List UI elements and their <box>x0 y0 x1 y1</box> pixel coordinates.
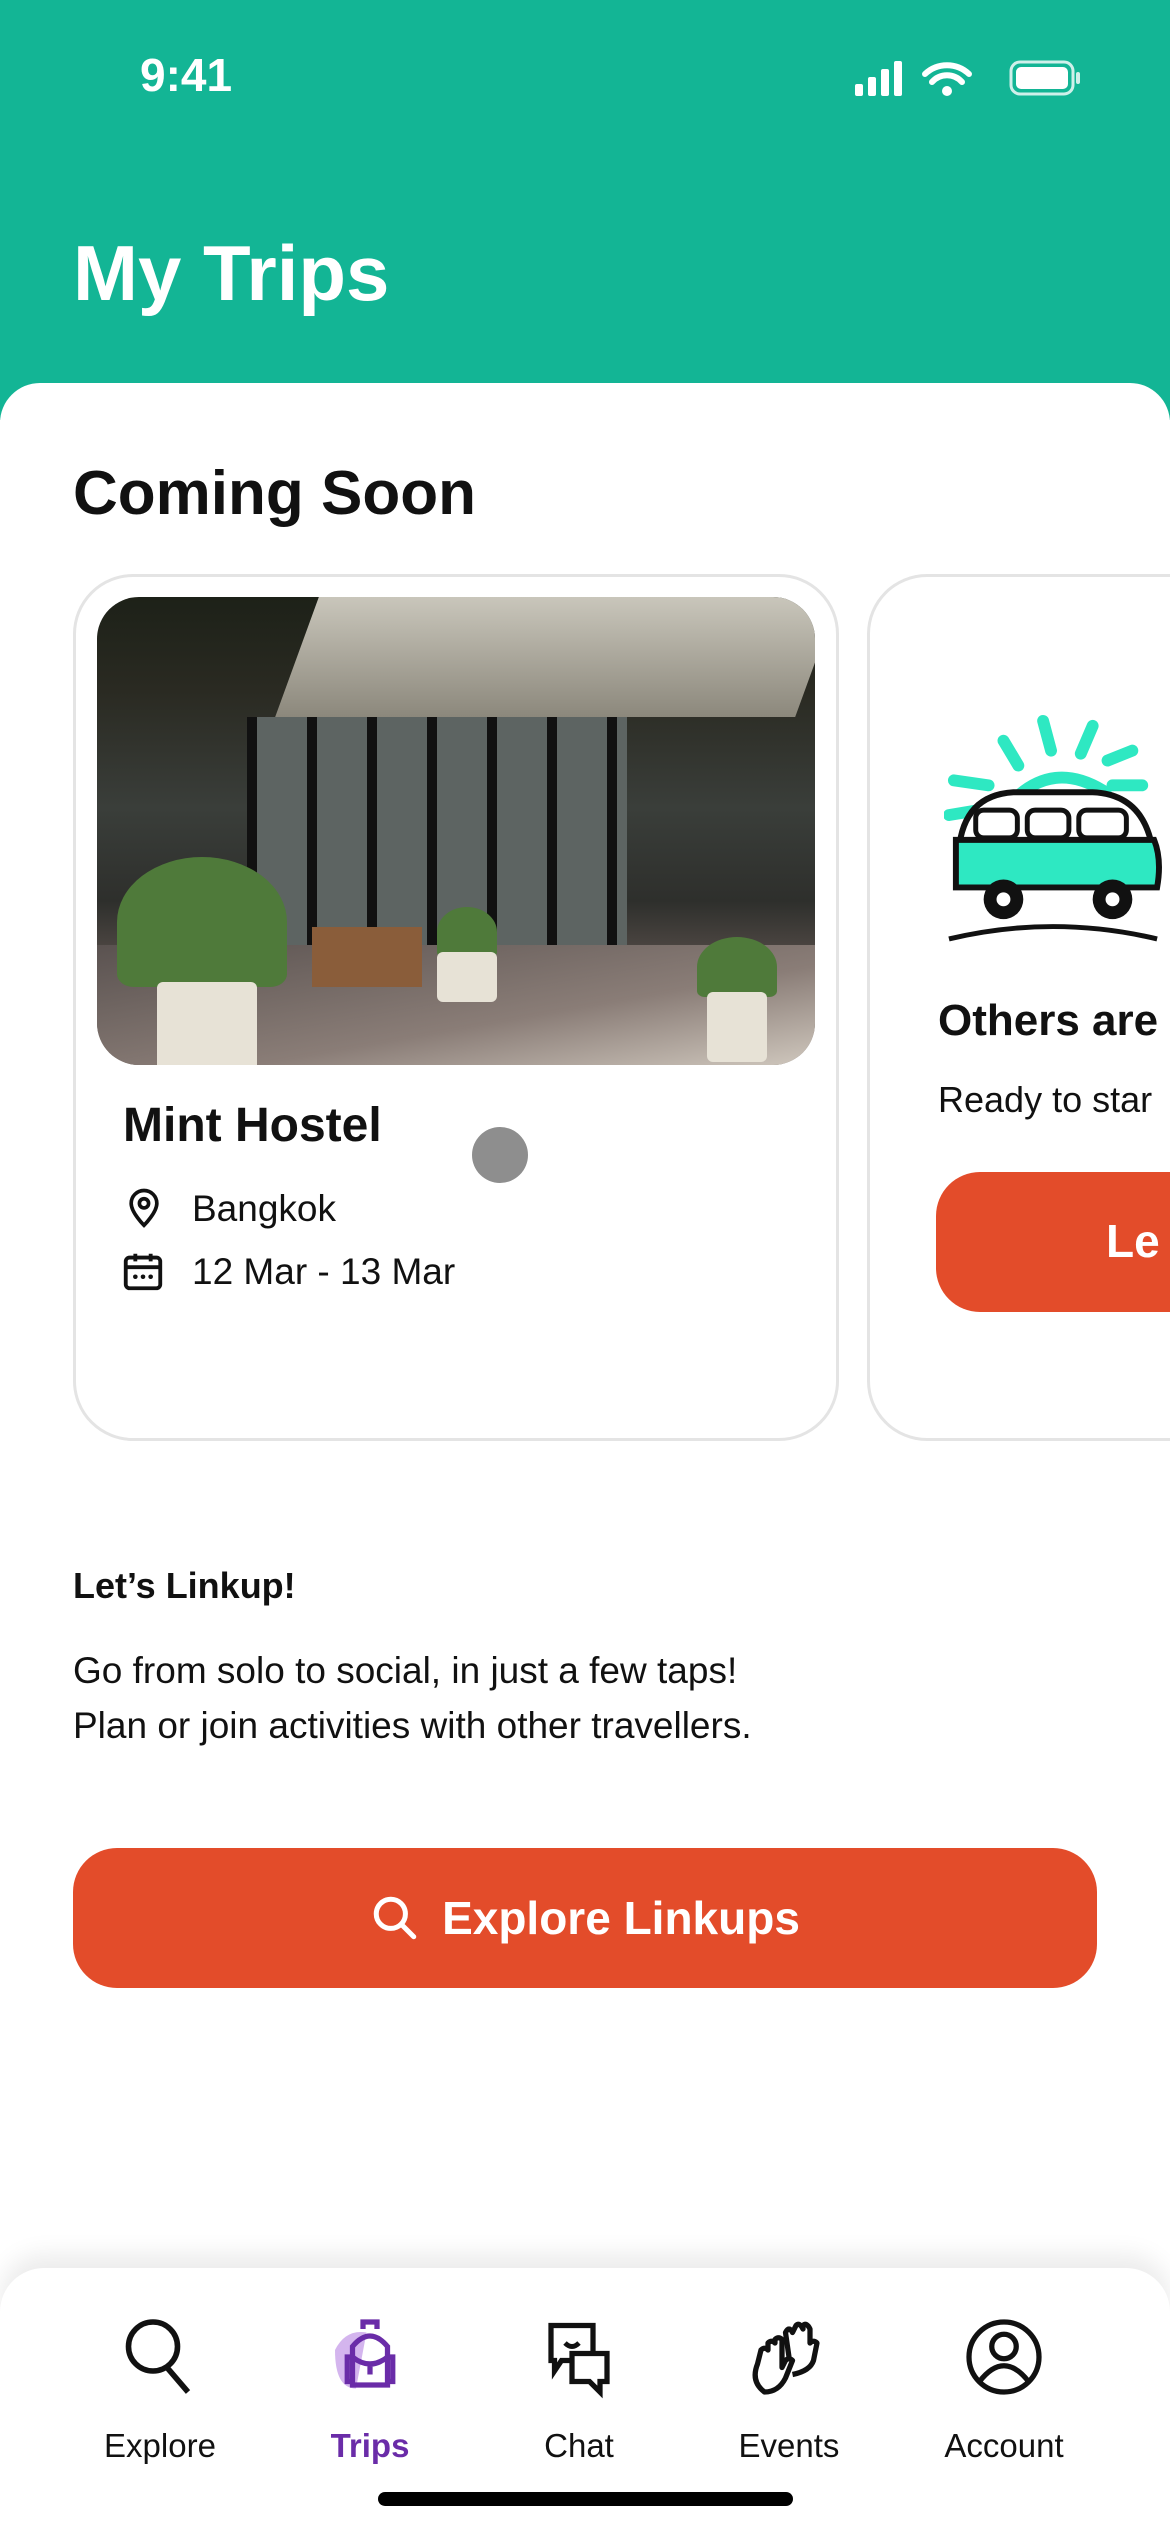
trip-dates: 12 Mar - 13 Mar <box>192 1251 456 1292</box>
backpack-icon <box>335 2319 396 2389</box>
search-icon <box>373 1896 417 1940</box>
linkup-heading: Let’s Linkup! <box>73 1565 296 1606</box>
tab-chat[interactable]: Chat <box>479 2315 679 2465</box>
hostel-photo <box>97 597 815 1065</box>
map-pin-icon <box>129 1188 159 1228</box>
campervan-illustration <box>944 714 1162 942</box>
tab-label: Chat <box>544 2427 614 2464</box>
others-action-button[interactable]: Le <box>936 1172 1170 1312</box>
tab-trips[interactable]: Trips <box>270 2315 470 2465</box>
others-title: Others are <box>938 996 1159 1045</box>
tab-label: Explore <box>104 2427 216 2464</box>
linkup-line-1: Go from solo to social, in just a few ta… <box>73 1650 738 1691</box>
page-title: My Trips <box>73 229 390 317</box>
explore-linkups-button[interactable]: Explore Linkups <box>73 1848 1097 1988</box>
linkup-line-2: Plan or join activities with other trave… <box>73 1705 752 1746</box>
others-subtitle: Ready to star <box>938 1079 1153 1120</box>
section-title: Coming Soon <box>73 459 476 528</box>
tab-label: Events <box>738 2427 840 2464</box>
status-icons <box>855 60 1080 96</box>
tab-account[interactable]: Account <box>904 2315 1104 2465</box>
home-indicator <box>378 2492 793 2506</box>
tab-label: Trips <box>330 2427 410 2464</box>
trip-location: Bangkok <box>192 1188 336 1229</box>
calendar-icon <box>123 1253 163 1291</box>
account-icon <box>966 2319 1042 2395</box>
high-five-icon <box>752 2321 820 2395</box>
search-icon <box>125 2319 191 2394</box>
trip-name: Mint Hostel <box>123 1099 382 1152</box>
tab-explore[interactable]: Explore <box>60 2315 260 2465</box>
explore-linkups-label: Explore Linkups <box>442 1892 800 1944</box>
tab-label: Account <box>944 2427 1064 2464</box>
touch-indicator <box>472 1127 528 1183</box>
chat-icon <box>548 2322 610 2399</box>
status-time: 9:41 <box>140 49 233 101</box>
tab-events[interactable]: Events <box>689 2315 889 2465</box>
